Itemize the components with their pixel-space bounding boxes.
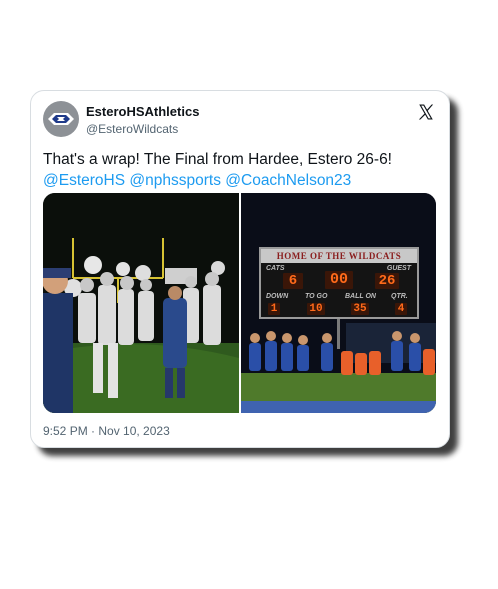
media-grid[interactable]: HOME OF THE WILDCATS CATS GUEST 6 00 26 … bbox=[43, 193, 436, 413]
guest-score: 26 bbox=[375, 273, 399, 289]
tweet-mentions: @EsteroHS @nphssports @CoachNelson23 bbox=[43, 170, 438, 191]
photo-scoreboard[interactable]: HOME OF THE WILDCATS CATS GUEST 6 00 26 … bbox=[241, 193, 436, 413]
tweet-text: That's a wrap! The Final from Hardee, Es… bbox=[43, 149, 438, 191]
to-go-value: 10 bbox=[307, 303, 325, 315]
ball-on-value: 35 bbox=[351, 303, 369, 315]
x-logo-icon[interactable] bbox=[417, 103, 435, 121]
display-name[interactable]: EsteroHSAthletics bbox=[86, 104, 199, 119]
home-score: 6 bbox=[283, 273, 303, 289]
wildcat-logo-icon bbox=[48, 113, 74, 125]
qtr-value: 4 bbox=[395, 303, 407, 315]
down-label: DOWN bbox=[266, 293, 289, 300]
avatar[interactable] bbox=[43, 101, 79, 137]
guest-label: GUEST bbox=[386, 265, 411, 272]
tweet-text-line: That's a wrap! The Final from Hardee, Es… bbox=[43, 151, 392, 168]
ball-on-label: BALL ON bbox=[345, 293, 376, 300]
mention-link[interactable]: @EsteroHS bbox=[43, 172, 125, 189]
qtr-label: QTR. bbox=[391, 293, 408, 300]
user-handle[interactable]: @EsteroWildcats bbox=[86, 122, 178, 136]
to-go-label: TO GO bbox=[305, 293, 328, 300]
game-clock: 00 bbox=[325, 271, 353, 289]
scoreboard-header: HOME OF THE WILDCATS bbox=[261, 249, 417, 263]
scoreboard: HOME OF THE WILDCATS CATS GUEST 6 00 26 … bbox=[259, 247, 419, 319]
mention-link[interactable]: @CoachNelson23 bbox=[225, 172, 351, 189]
home-label: CATS bbox=[266, 265, 285, 272]
mention-link[interactable]: @nphssports bbox=[129, 172, 221, 189]
down-value: 1 bbox=[268, 303, 280, 315]
photo-team-celebration[interactable] bbox=[43, 193, 239, 413]
tweet-card[interactable]: EsteroHSAthletics @EsteroWildcats That's… bbox=[30, 90, 450, 448]
tweet-timestamp[interactable]: 9:52 PM · Nov 10, 2023 bbox=[43, 424, 170, 438]
team-celebration-image bbox=[43, 193, 239, 413]
